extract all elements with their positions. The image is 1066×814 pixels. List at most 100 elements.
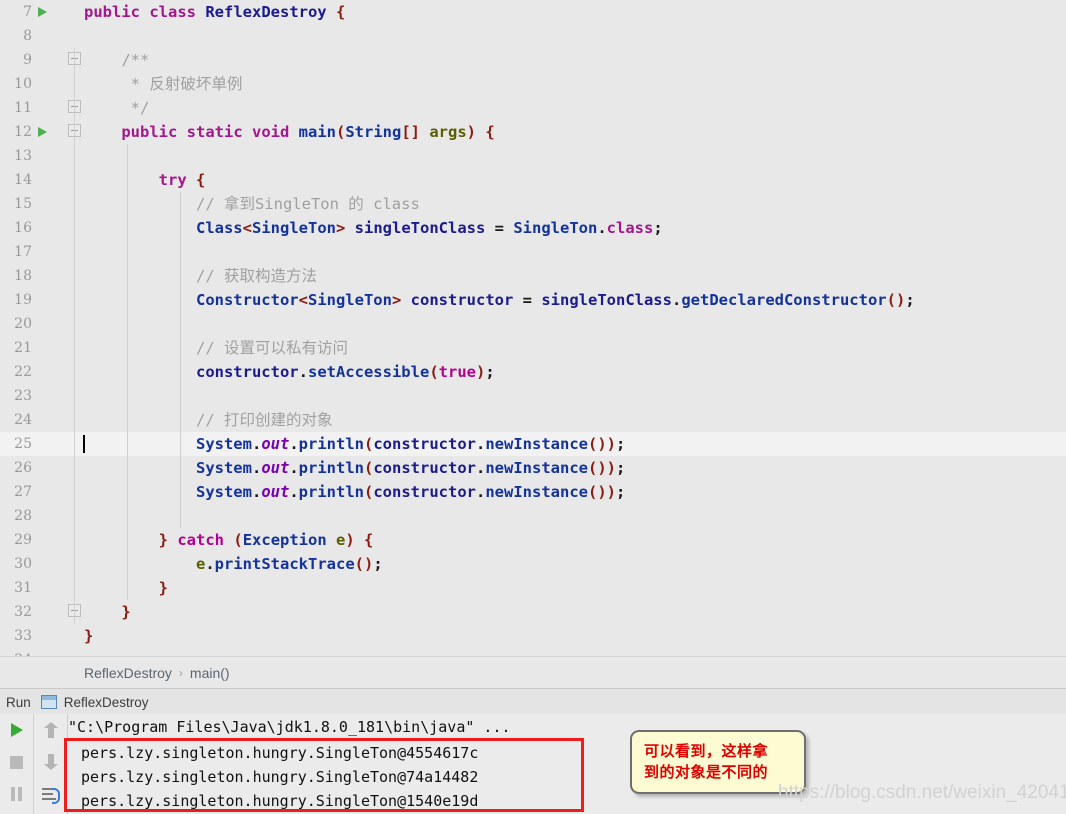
code-text: // 设置可以私有访问 [84,339,348,357]
console-output-line: pers.lzy.singleton.hungry.SingleTon@1540… [81,792,479,810]
run-console[interactable]: "C:\Program Files\Java\jdk1.8.0_181\bin\… [0,714,1066,814]
code-line[interactable]: 7 public class ReflexDestroy { [0,0,1066,24]
soft-wrap-button[interactable] [34,778,67,810]
code-line[interactable]: 22 constructor.setAccessible(true); [0,360,1066,384]
code-text: } [84,579,168,597]
indent-guide [127,240,128,264]
code-text: Class<SingleTon> singleTonClass = Single… [195,219,663,237]
annotation-callout: 可以看到，这样拿 到的对象是不同的 [630,730,806,794]
indent-guide [74,48,75,72]
code-line[interactable]: 12 public static void main(String[] args… [0,120,1066,144]
code-line[interactable]: 27 System.out.println(constructor.newIns… [0,480,1066,504]
code-line[interactable]: 28 [0,504,1066,528]
code-text: System.out.println(constructor.newInstan… [195,459,626,477]
indent-guide [74,216,75,240]
line-number: 14 [14,172,32,188]
indent-guide [74,360,75,384]
line-number: 9 [23,52,32,68]
run-configuration-icon [40,695,57,709]
breadcrumb-class[interactable]: ReflexDestroy [0,665,172,681]
line-number: 29 [14,532,32,548]
line-number: 34 [0,648,32,656]
gutter-run-icon[interactable] [38,0,52,24]
code-text: public static void main(String[] args) { [121,123,495,141]
annotation-line-2: 到的对象是不同的 [644,763,769,781]
code-line[interactable]: 16 Class<SingleTon> singleTonClass = Sin… [0,216,1066,240]
line-number: 32 [14,604,32,620]
code-line[interactable]: 24 // 打印创建的对象 [0,408,1066,432]
play-icon [10,723,23,737]
code-text: // 打印创建的对象 [84,411,333,429]
line-number: 16 [14,220,32,236]
code-lines-container[interactable]: 7 public class ReflexDestroy {8 9 /** 10 * … [0,0,1066,656]
line-number: 7 [23,4,32,20]
code-text: /** [84,51,150,69]
indent-guide [74,192,75,216]
code-line[interactable]: 26 System.out.println(constructor.newIns… [0,456,1066,480]
code-text: e.printStackTrace(); [195,555,383,573]
code-text: */ [84,99,150,117]
code-line[interactable]: 33} [0,624,1066,648]
fold-marker-icon[interactable] [68,600,84,624]
fold-marker-icon[interactable] [68,96,84,120]
code-line[interactable]: 30 e.printStackTrace(); [0,552,1066,576]
code-line[interactable]: 21 // 设置可以私有访问 [0,336,1066,360]
code-line[interactable]: 13 [0,144,1066,168]
code-line[interactable]: 10 * 反射破坏单例 [0,72,1066,96]
code-text: } [84,603,131,621]
code-line[interactable]: 29 } catch (Exception e) { [0,528,1066,552]
code-line[interactable]: 18 // 获取构造方法 [0,264,1066,288]
fold-marker-icon[interactable] [68,120,84,144]
console-command-line: "C:\Program Files\Java\jdk1.8.0_181\bin\… [68,718,511,736]
arrow-up-icon [43,722,58,738]
indent-guide [127,504,128,528]
gutter-run-icon[interactable] [38,120,52,144]
code-text: try { [158,171,206,189]
code-line[interactable]: 31 } [0,576,1066,600]
indent-guide [74,408,75,432]
code-line[interactable]: 25 System.out.println(constructor.newIns… [0,432,1066,456]
line-number: 19 [14,292,32,308]
breadcrumb[interactable]: ReflexDestroy › main() [0,656,1066,689]
indent-guide [180,312,181,336]
indent-guide [74,264,75,288]
code-text: } catch (Exception e) { [84,531,374,549]
indent-guide [74,168,75,192]
stop-button[interactable] [0,746,33,778]
run-tab-reflexdestroy[interactable]: ReflexDestroy [40,694,149,710]
fold-marker-icon[interactable] [68,72,84,96]
line-number: 30 [14,556,32,572]
code-line[interactable]: 15 // 拿到SingleTon 的 class [0,192,1066,216]
code-text: System.out.println(constructor.newInstan… [195,483,626,501]
line-number: 21 [14,340,32,356]
run-toolbar-left[interactable] [0,714,33,814]
previous-occurrence-button[interactable] [34,714,67,746]
code-line[interactable]: 8 [0,24,1066,48]
indent-guide [74,240,75,264]
run-panel-label: Run [6,694,31,710]
code-line[interactable]: 19 Constructor<SingleTon> constructor = … [0,288,1066,312]
rerun-button[interactable] [0,714,33,746]
code-line[interactable]: 20 [0,312,1066,336]
line-number: 25 [14,436,32,452]
pause-button[interactable] [0,778,33,810]
code-editor[interactable]: 7 public class ReflexDestroy {8 9 /** 10 * … [0,0,1066,656]
console-output-line: pers.lzy.singleton.hungry.SingleTon@4554… [81,744,479,762]
fold-marker-icon[interactable] [68,48,84,72]
code-line[interactable]: 32 } [0,600,1066,624]
code-line[interactable]: 14 try { [0,168,1066,192]
code-text: } [84,627,94,645]
line-number: 31 [14,580,32,596]
breadcrumb-method[interactable]: main() [190,665,230,681]
code-line[interactable]: 23 [0,384,1066,408]
run-toolbar-secondary[interactable] [33,714,68,814]
indent-guide [74,120,75,144]
code-text: * 反射破坏单例 [84,75,243,93]
code-line[interactable]: 9 /** [0,48,1066,72]
code-line[interactable]: 34 [0,648,1066,656]
next-occurrence-button[interactable] [34,746,67,778]
code-line[interactable]: 17 [0,240,1066,264]
run-tab-label: ReflexDestroy [63,694,149,710]
code-line[interactable]: 11 */ [0,96,1066,120]
indent-guide [74,312,75,336]
